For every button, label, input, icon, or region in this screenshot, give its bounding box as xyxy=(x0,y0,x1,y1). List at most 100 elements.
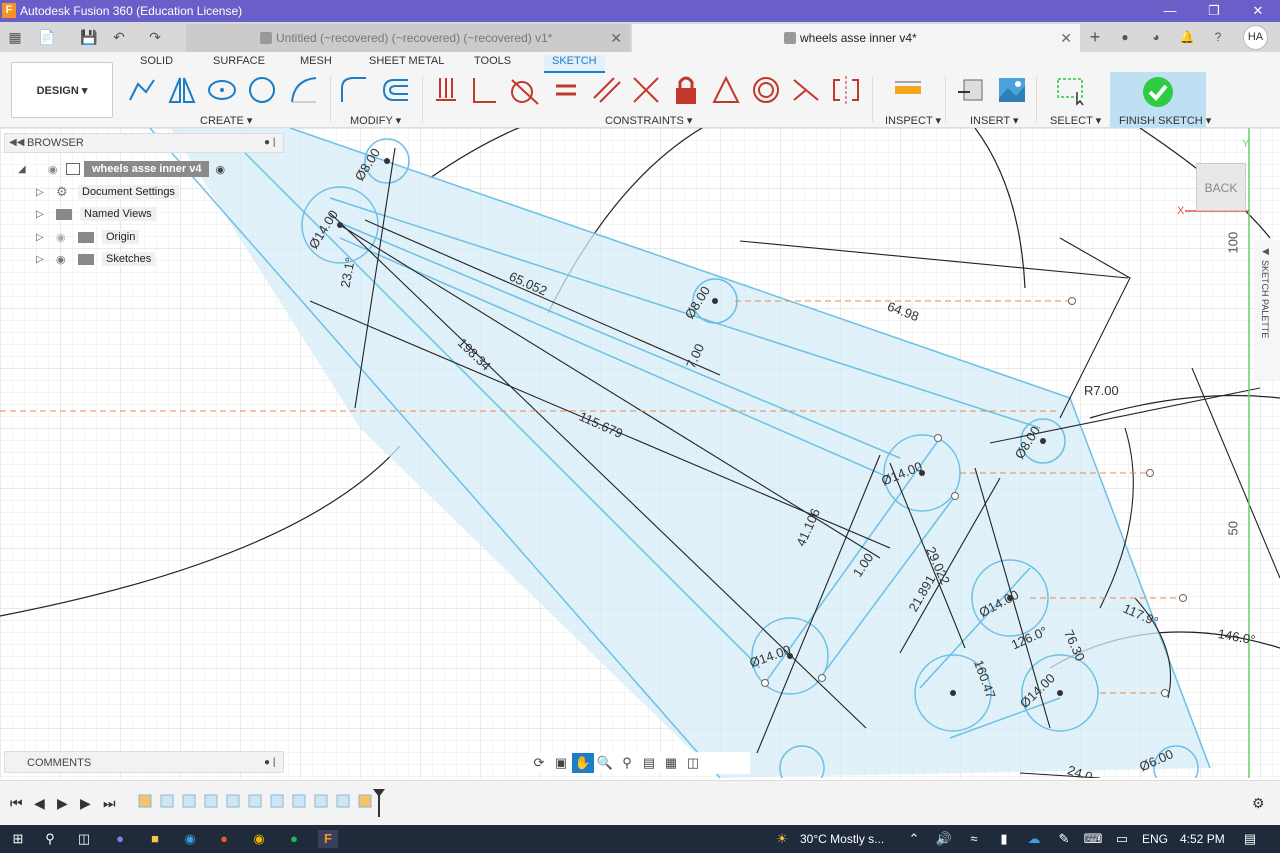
fit-icon[interactable]: ⚲ xyxy=(616,753,638,773)
line-tool-icon[interactable] xyxy=(126,74,158,106)
expand-arrow-icon[interactable]: ▷ xyxy=(36,209,46,220)
extensions-icon[interactable]: ● xyxy=(1115,27,1135,47)
hidden-eye-icon[interactable]: ◉ xyxy=(56,231,74,244)
task-view-icon[interactable]: ◫ xyxy=(74,830,94,848)
pen-icon[interactable]: ✎ xyxy=(1054,830,1074,848)
inspect-menu[interactable]: INSPECT ▾ xyxy=(885,114,941,127)
browser-item-named-views[interactable]: ▷ Named Views xyxy=(36,205,156,223)
finish-sketch-button[interactable]: FINISH SKETCH ▾ xyxy=(1110,72,1211,128)
insert-image-icon[interactable] xyxy=(996,74,1028,106)
constraints-menu[interactable]: CONSTRAINTS ▾ xyxy=(605,114,692,127)
browser-root[interactable]: ◢ ◉ wheels asse inner v4 ◉ xyxy=(18,160,225,178)
teams-icon[interactable]: ● xyxy=(110,830,130,848)
go-to-end-icon[interactable]: ⏭ xyxy=(103,795,116,812)
sketch-palette-panel[interactable]: ◀ SKETCH PALETTE xyxy=(1254,240,1280,380)
help-icon[interactable]: ? xyxy=(1208,27,1228,47)
battery-icon[interactable]: ▮ xyxy=(994,830,1014,848)
new-tab-icon[interactable]: + xyxy=(1085,27,1105,47)
notifications-icon[interactable]: 🔔 xyxy=(1177,27,1197,47)
search-icon[interactable]: ⚲ xyxy=(40,830,60,848)
file-menu-icon[interactable]: 📄 xyxy=(38,28,56,46)
file-explorer-icon[interactable]: ■ xyxy=(145,830,165,848)
timeline-features[interactable] xyxy=(135,789,385,819)
browser-item-document-settings[interactable]: ▷ ⚙ Document Settings xyxy=(36,183,179,201)
expand-arrow-icon[interactable]: ▷ xyxy=(36,254,46,265)
maximize-button[interactable]: ❐ xyxy=(1202,2,1226,20)
browser-panel[interactable]: ◀◀ BROWSER ● | xyxy=(4,133,284,153)
windows-start-icon[interactable]: ⊞ xyxy=(8,830,28,848)
collapse-browser-icon[interactable]: ◀◀ xyxy=(9,137,24,148)
concentric-constraint-icon[interactable] xyxy=(750,74,782,106)
expand-arrow-icon[interactable]: ▷ xyxy=(36,232,46,243)
step-forward-icon[interactable]: ▶ xyxy=(80,795,91,812)
insert-menu[interactable]: INSERT ▾ xyxy=(970,114,1019,127)
browser-pin-icon[interactable]: ● | xyxy=(264,137,275,148)
spotify-icon[interactable]: ● xyxy=(284,830,304,848)
viewports-icon[interactable]: ◫ xyxy=(682,753,704,773)
collapse-arrow-icon[interactable]: ◢ xyxy=(18,164,28,175)
midpoint-constraint-icon[interactable] xyxy=(630,74,662,106)
timeline-settings-gear-icon[interactable]: ⚙ xyxy=(1252,795,1265,812)
app-grid-icon[interactable]: ▦ xyxy=(6,28,24,46)
collinear-constraint-icon[interactable] xyxy=(790,74,822,106)
visibility-eye-icon[interactable]: ◉ xyxy=(48,163,62,176)
measure-icon[interactable] xyxy=(892,74,924,106)
triangle-constraint-icon[interactable] xyxy=(710,74,742,106)
activate-radio-icon[interactable]: ◉ xyxy=(215,163,225,176)
tab-wheels-asse[interactable]: wheels asse inner v4* ✕ xyxy=(632,24,1080,52)
close-tab-icon[interactable]: ✕ xyxy=(610,24,622,52)
keyboard-icon[interactable]: ⌨ xyxy=(1083,830,1103,848)
parallel-constraint-icon[interactable] xyxy=(590,74,622,106)
go-to-start-icon[interactable]: ⏮ xyxy=(10,795,23,812)
save-icon[interactable]: 💾 xyxy=(80,28,98,46)
browser-item-sketches[interactable]: ▷ ◉ Sketches xyxy=(36,250,156,268)
comments-panel[interactable]: COMMENTS ● | xyxy=(4,751,284,773)
step-back-icon[interactable]: ◀ xyxy=(34,795,45,812)
workspace-switcher[interactable]: DESIGN ▾ xyxy=(11,62,113,118)
language-indicator[interactable]: ENG xyxy=(1142,832,1168,846)
mirror-tool-icon[interactable] xyxy=(166,74,198,106)
offset-tool-icon[interactable] xyxy=(380,74,412,106)
redo-icon[interactable]: ↷ xyxy=(146,28,164,46)
chrome-icon[interactable]: ◉ xyxy=(249,830,269,848)
tab-mesh[interactable]: MESH xyxy=(300,55,332,67)
weather-text[interactable]: 30°C Mostly s... xyxy=(800,832,884,846)
tab-sheet-metal[interactable]: SHEET METAL xyxy=(369,55,444,67)
select-window-icon[interactable] xyxy=(1055,74,1087,106)
look-at-icon[interactable]: ▣ xyxy=(550,753,572,773)
perpendicular-constraint-icon[interactable] xyxy=(468,74,500,106)
equal-constraint-icon[interactable] xyxy=(550,74,582,106)
user-avatar[interactable]: HA xyxy=(1243,25,1268,50)
tangent-constraint-icon[interactable] xyxy=(508,74,540,106)
tab-sketch[interactable]: SKETCH xyxy=(544,55,605,73)
minimize-button[interactable]: — xyxy=(1158,2,1182,20)
undo-icon[interactable]: ↶ xyxy=(110,28,128,46)
expand-arrow-icon[interactable]: ▷ xyxy=(36,187,46,198)
circle-tool-icon[interactable] xyxy=(246,74,278,106)
wifi-icon[interactable]: ≈ xyxy=(964,830,984,848)
powerpoint-icon[interactable]: ● xyxy=(214,830,234,848)
close-tab-icon[interactable]: ✕ xyxy=(1060,24,1072,52)
comments-pin-icon[interactable]: ● | xyxy=(264,757,275,768)
job-status-icon[interactable]: ◕ xyxy=(1146,27,1166,47)
insert-derive-icon[interactable] xyxy=(956,74,988,106)
ellipse-tool-icon[interactable] xyxy=(206,74,238,106)
notification-center-icon[interactable]: ▤ xyxy=(1240,830,1260,848)
grid-settings-icon[interactable]: ▦ xyxy=(660,753,682,773)
dimension-label[interactable]: R7.00 xyxy=(1084,383,1119,398)
modify-menu[interactable]: MODIFY ▾ xyxy=(350,114,401,127)
browser-item-origin[interactable]: ▷ ◉ Origin xyxy=(36,228,140,246)
fix-constraint-icon[interactable] xyxy=(670,74,702,106)
play-icon[interactable]: ▶ xyxy=(57,795,68,812)
display-settings-icon[interactable]: ▤ xyxy=(638,753,660,773)
create-menu[interactable]: CREATE ▾ xyxy=(200,114,252,127)
sketch-canvas[interactable]: Ø8.00 Ø14.00 23.1° 65.052 198.34 Ø8.00 6… xyxy=(0,128,1280,778)
coincident-constraint-icon[interactable] xyxy=(430,74,462,106)
pan-icon[interactable]: ✋ xyxy=(572,753,594,773)
zoom-icon[interactable]: 🔍 xyxy=(594,753,616,773)
tab-tools[interactable]: TOOLS xyxy=(474,55,511,67)
arc-tool-icon[interactable] xyxy=(288,74,320,106)
clock[interactable]: 4:52 PM xyxy=(1180,832,1225,846)
display-icon[interactable]: ▭ xyxy=(1112,830,1132,848)
fillet-tool-icon[interactable] xyxy=(338,74,370,106)
